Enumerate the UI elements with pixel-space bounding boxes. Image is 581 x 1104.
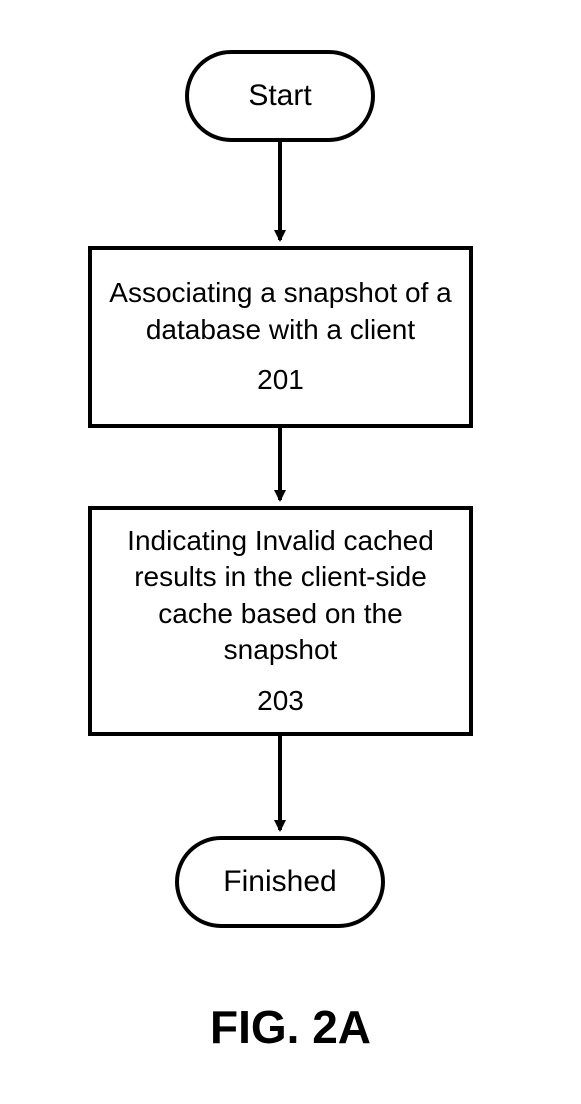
- process-step-201: Associating a snapshot of a database wit…: [88, 246, 473, 428]
- figure-caption: FIG. 2A: [0, 1000, 581, 1054]
- terminator-start: Start: [185, 50, 375, 142]
- step-203-number: 203: [257, 683, 304, 719]
- start-label: Start: [248, 79, 311, 113]
- step-203-text: Indicating Invalid cached results in the…: [102, 523, 459, 669]
- finished-label: Finished: [223, 865, 336, 899]
- caption-text: FIG. 2A: [210, 1001, 371, 1053]
- step-201-text: Associating a snapshot of a database wit…: [102, 275, 459, 348]
- terminator-finished: Finished: [175, 836, 385, 928]
- step-201-number: 201: [257, 362, 304, 398]
- process-step-203: Indicating Invalid cached results in the…: [88, 506, 473, 736]
